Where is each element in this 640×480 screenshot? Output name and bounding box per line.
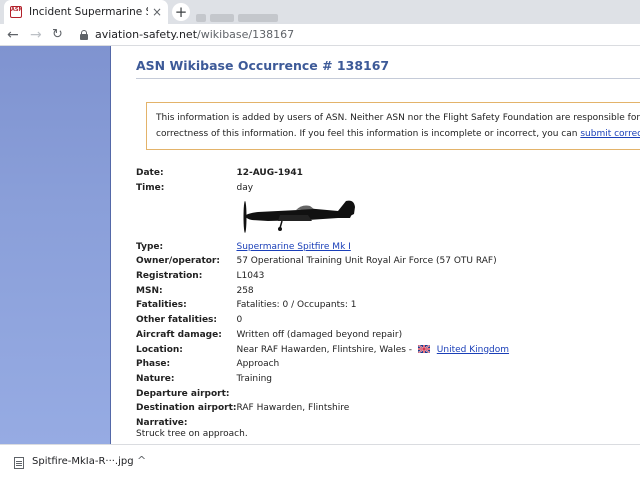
damage-value: Written off (damaged beyond repair)	[236, 329, 403, 340]
registration-label: Registration:	[136, 271, 203, 282]
nature-label: Nature:	[136, 373, 175, 384]
download-item[interactable]: Spitfire-MkIa-R···.jpg	[32, 456, 134, 467]
row-departure: Departure airport:	[136, 386, 509, 401]
type-label: Type:	[136, 241, 164, 252]
row-type: Type: Supermarine Spitfire Mk I	[136, 239, 509, 254]
submit-correction-link[interactable]: submit corrected information	[580, 129, 640, 139]
row-operator: Owner/operator: 57 Operational Training …	[136, 254, 509, 269]
row-phase: Phase: Approach	[136, 357, 509, 372]
new-tab-button[interactable]: +	[172, 3, 190, 21]
other-fatalities-value: 0	[236, 315, 243, 326]
fatalities-value: Fatalities: 0 / Occupants: 1	[236, 300, 357, 311]
operator-value: 57 Operational Training Unit Royal Air F…	[236, 256, 497, 267]
row-time: Time: day	[136, 181, 509, 196]
chevron-up-icon[interactable]: ^	[137, 454, 146, 467]
departure-value	[236, 386, 509, 401]
row-fatalities: Fatalities: Fatalities: 0 / Occupants: 1	[136, 298, 509, 313]
row-aircraft-image	[136, 195, 509, 239]
registration-value: L1043	[236, 271, 265, 282]
destination-label: Destination airport:	[136, 403, 237, 414]
msn-value: 258	[236, 285, 254, 296]
tab-title: Incident Supermarine Spitfire	[29, 6, 148, 18]
browser-tab-active[interactable]: ASN Incident Supermarine Spitfire ×	[4, 0, 168, 24]
lock-icon[interactable]	[80, 30, 88, 40]
disclaimer-notice: This information is added by users of AS…	[146, 102, 640, 150]
row-msn: MSN: 258	[136, 283, 509, 298]
address-bar[interactable]: aviation-safety.net/wikibase/138167	[95, 28, 294, 41]
destination-value: RAF Hawarden, Flintshire	[236, 403, 350, 414]
operator-label: Owner/operator:	[136, 256, 220, 267]
date-label: Date:	[136, 168, 164, 179]
date-value: 12-AUG-1941	[236, 168, 303, 179]
row-other-fatalities: Other fatalities: 0	[136, 313, 509, 328]
phase-label: Phase:	[136, 359, 171, 370]
title-divider	[136, 78, 640, 79]
msn-label: MSN:	[136, 285, 163, 296]
main-content: ASN Wikibase Occurrence # 138167 This in…	[111, 46, 640, 444]
departure-label: Departure airport:	[136, 388, 230, 399]
country-link[interactable]: United Kingdom	[437, 345, 509, 355]
page-title: ASN Wikibase Occurrence # 138167	[136, 58, 390, 73]
notice-line-2-text: correctness of this information. If you …	[156, 129, 581, 139]
phase-value: Approach	[236, 359, 280, 370]
damage-label: Aircraft damage:	[136, 329, 222, 340]
row-damage: Aircraft damage: Written off (damaged be…	[136, 328, 509, 343]
location-value: Near RAF Hawarden, Flintshire, Wales -	[236, 344, 413, 355]
fatalities-label: Fatalities:	[136, 300, 187, 311]
notice-line-1: This information is added by users of AS…	[156, 113, 640, 123]
occurrence-details: Date: 12-AUG-1941 Time: day Type: Superm…	[136, 166, 509, 430]
url-host: aviation-safety.net	[95, 28, 198, 41]
notice-line-2: correctness of this information. If you …	[156, 126, 640, 142]
row-location: Location: Near RAF Hawarden, Flintshire,…	[136, 342, 509, 357]
nature-value: Training	[236, 373, 272, 384]
browser-toolbar: ← → ↻ aviation-safety.net/wikibase/13816…	[0, 24, 640, 46]
location-label: Location:	[136, 344, 183, 355]
row-date: Date: 12-AUG-1941	[136, 166, 509, 181]
row-nature: Nature: Training	[136, 372, 509, 387]
other-fatalities-label: Other fatalities:	[136, 315, 218, 326]
reload-icon[interactable]: ↻	[52, 26, 63, 44]
forward-arrow-icon[interactable]: →	[30, 26, 42, 44]
left-sidebar	[0, 46, 111, 444]
back-arrow-icon[interactable]: ←	[7, 26, 19, 44]
asn-favicon-icon: ASN	[10, 6, 22, 18]
uk-flag-icon	[417, 345, 430, 354]
row-destination: Destination airport: RAF Hawarden, Flint…	[136, 401, 509, 416]
background-tab[interactable]	[196, 7, 290, 22]
aircraft-type-link[interactable]: Supermarine Spitfire Mk I	[236, 242, 350, 252]
time-label: Time:	[136, 183, 165, 194]
row-registration: Registration: L1043	[136, 269, 509, 284]
tab-strip: ASN Incident Supermarine Spitfire × +	[0, 0, 640, 24]
download-shelf: Spitfire-MkIa-R···.jpg ^	[0, 444, 640, 480]
url-path: /wikibase/138167	[197, 28, 295, 41]
time-value: day	[236, 183, 254, 194]
aircraft-silhouette-icon	[243, 200, 356, 234]
tab-close-icon[interactable]: ×	[152, 5, 162, 19]
narrative-text: Struck tree on approach.	[136, 429, 248, 439]
file-icon	[14, 457, 24, 469]
